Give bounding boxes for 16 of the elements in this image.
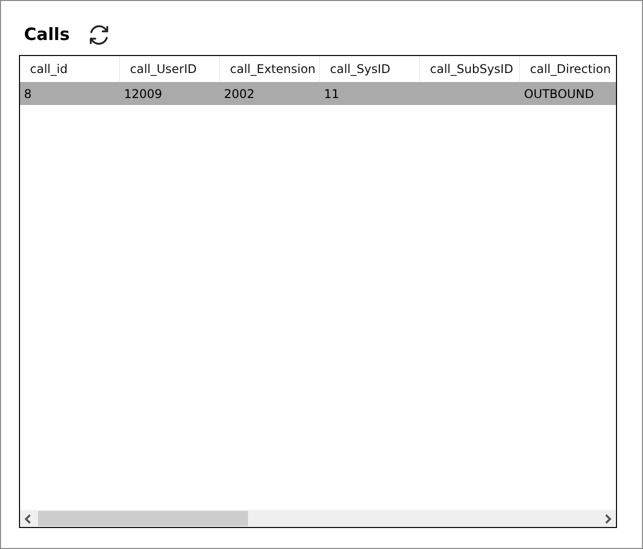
- column-header[interactable]: call_id: [20, 56, 120, 81]
- table-cell-text: 2002: [223, 86, 256, 102]
- table-cell-text: 8: [23, 86, 33, 102]
- table-cell-text: 11: [323, 86, 340, 102]
- column-header[interactable]: call_SysID: [320, 56, 420, 81]
- column-header[interactable]: call_Direction: [520, 56, 616, 81]
- table-cell-text: 12009: [123, 86, 164, 102]
- horizontal-scrollbar[interactable]: [20, 510, 616, 527]
- column-header[interactable]: call_SubSysID: [420, 56, 520, 81]
- table-cell-text: OUTBOUND: [523, 86, 596, 102]
- scrollbar-thumb[interactable]: [38, 511, 248, 526]
- column-header[interactable]: call_UserID: [120, 56, 220, 81]
- page-title: Calls: [24, 25, 70, 45]
- refresh-icon[interactable]: [88, 24, 110, 46]
- column-header[interactable]: call_Extension: [220, 56, 320, 81]
- table-row[interactable]: 8 12009 2002 11 OUTBOUND: [20, 82, 616, 105]
